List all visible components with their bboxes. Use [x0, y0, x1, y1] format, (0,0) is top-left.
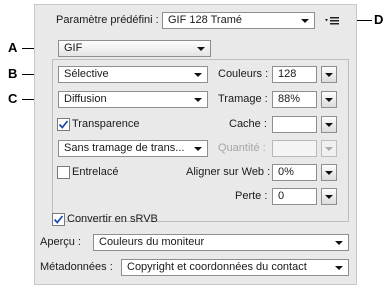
preview-value: Couleurs du moniteur [99, 236, 205, 248]
chevron-down-icon [194, 73, 202, 77]
web-snap-dropdown-button[interactable] [321, 164, 337, 181]
chevron-down-icon [301, 19, 309, 23]
colors-label: Couleurs : [218, 68, 269, 80]
checkmark-icon [53, 215, 64, 224]
lossy-input[interactable]: 0 [272, 188, 317, 205]
interlaced-checkbox[interactable] [57, 166, 70, 179]
lossy-label: Perte : [235, 190, 268, 202]
web-snap-value: 0% [278, 166, 294, 178]
convert-srgb-label: Convertir en sRVB [67, 213, 158, 225]
file-format-value: GIF [64, 42, 83, 54]
callout-a: A [8, 40, 18, 55]
file-format-select[interactable]: GIF [58, 40, 211, 57]
chevron-down-icon [194, 98, 202, 102]
chevron-down-icon [325, 171, 333, 175]
callout-d: D [374, 12, 384, 27]
web-snap-label: Aligner sur Web : [186, 166, 271, 178]
web-snap-input[interactable]: 0% [272, 164, 317, 181]
colors-value: 128 [278, 68, 297, 80]
dither-label: Tramage : [218, 93, 268, 105]
transparency-dither-select[interactable]: Sans tramage de trans... [58, 140, 208, 157]
chevron-down-icon [325, 123, 333, 127]
chevron-down-icon [325, 73, 333, 77]
preset-select[interactable]: GIF 128 Tramé [162, 12, 315, 29]
dither-algorithm-select[interactable]: Diffusion [58, 91, 208, 108]
chevron-down-icon [325, 195, 333, 199]
dither-value: 88% [278, 93, 301, 105]
transparency-checkbox[interactable] [57, 118, 70, 131]
preset-label: Paramètre prédéfini : [56, 14, 159, 26]
chevron-down-icon [335, 266, 343, 270]
transparency-label: Transparence [72, 118, 140, 130]
preset-value: GIF 128 Tramé [168, 14, 242, 26]
metadata-value: Copyright et coordonnées du contact [127, 261, 307, 273]
chevron-down-icon [197, 47, 205, 51]
preview-select[interactable]: Couleurs du moniteur [93, 234, 349, 251]
colors-input[interactable]: 128 [272, 66, 317, 83]
callout-c: C [8, 91, 18, 106]
chevron-down-icon [335, 241, 343, 245]
convert-srgb-checkbox[interactable] [52, 213, 65, 226]
transparency-dither-value: Sans tramage de trans... [64, 142, 185, 154]
dither-dropdown-button[interactable] [321, 91, 337, 108]
matte-input[interactable] [272, 116, 317, 133]
lossy-value: 0 [278, 190, 285, 202]
color-reduction-value: Sélective [64, 68, 109, 80]
metadata-select[interactable]: Copyright et coordonnées du contact [121, 259, 349, 276]
colors-dropdown-button[interactable] [321, 66, 337, 83]
amount-label: Quantité : [218, 142, 266, 154]
chevron-down-icon [194, 147, 202, 151]
amount-input[interactable] [272, 140, 317, 157]
chevron-down-icon [325, 147, 333, 151]
matte-dropdown-button[interactable] [321, 116, 337, 133]
panel-menu-icon[interactable] [324, 15, 342, 27]
amount-dropdown-button[interactable] [321, 140, 337, 157]
checkmark-icon [58, 120, 69, 129]
color-reduction-select[interactable]: Sélective [58, 66, 208, 83]
preview-label: Aperçu : [40, 236, 81, 248]
lossy-dropdown-button[interactable] [321, 188, 337, 205]
dither-input[interactable]: 88% [272, 91, 317, 108]
metadata-row-label: Métadonnées : [40, 261, 113, 273]
dither-algorithm-value: Diffusion [64, 93, 107, 105]
callout-b: B [8, 66, 18, 81]
matte-label: Cache : [229, 118, 267, 130]
chevron-down-icon [325, 98, 333, 102]
interlaced-label: Entrelacé [72, 166, 119, 178]
